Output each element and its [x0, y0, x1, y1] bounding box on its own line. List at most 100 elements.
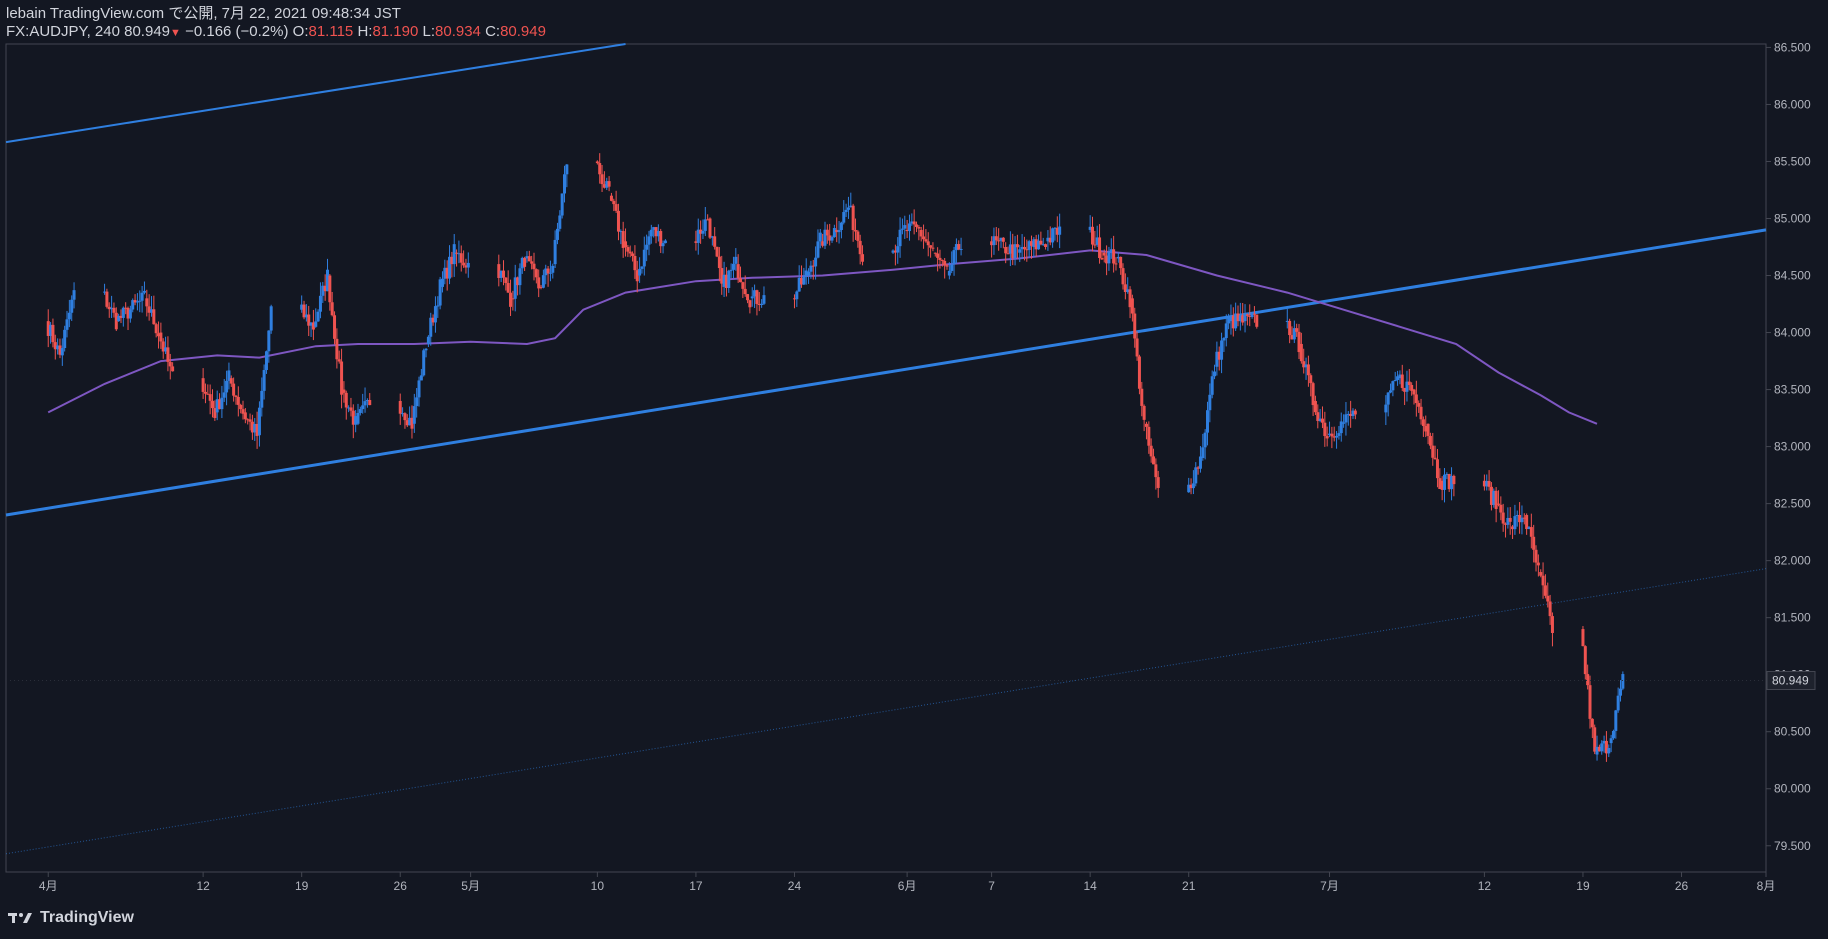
candle-body: [1137, 356, 1141, 389]
candle-body: [415, 397, 419, 407]
candle-body: [1220, 340, 1224, 360]
price-tick-label: 79.500: [1774, 839, 1811, 853]
candle-body: [919, 229, 923, 237]
candle-body: [1313, 400, 1317, 413]
time-tick-label: 7: [988, 879, 995, 893]
candle-body: [807, 271, 811, 276]
candle-body: [335, 338, 339, 360]
candle-body: [433, 306, 437, 323]
candle-body: [1295, 328, 1299, 332]
candle-body: [1213, 371, 1217, 377]
candle-body: [743, 288, 747, 295]
candle-body: [1414, 394, 1418, 404]
candle-body: [239, 404, 243, 410]
candle-body: [105, 291, 109, 307]
candle-body: [1245, 314, 1249, 316]
candle-body: [1600, 743, 1604, 752]
candle-body: [717, 256, 721, 269]
candle-body: [624, 241, 628, 248]
candle-body: [1058, 226, 1062, 235]
candle-body: [1015, 244, 1019, 248]
candle-body: [715, 246, 719, 257]
candle-body: [661, 243, 665, 247]
candle-body: [1325, 436, 1329, 439]
candle-body: [1443, 474, 1447, 490]
candle-body: [929, 245, 933, 248]
candle-body: [1536, 562, 1540, 566]
candle-body: [504, 277, 508, 284]
price-tick-label: 84.500: [1774, 269, 1811, 283]
candle-body: [938, 257, 942, 260]
candle-body: [1621, 674, 1625, 689]
candle-body: [565, 164, 569, 175]
candle-body: [203, 391, 207, 394]
candle-body: [419, 375, 423, 381]
candle-body: [1044, 244, 1048, 248]
candle-body: [344, 392, 348, 408]
candle-body: [1607, 748, 1611, 754]
candle-body: [159, 332, 163, 342]
candle-body: [701, 230, 705, 234]
candle-body: [1609, 738, 1613, 744]
candle-body: [950, 264, 954, 271]
candle-body: [1407, 381, 1411, 385]
time-tick-label: 17: [689, 879, 703, 893]
candle-body: [924, 239, 928, 242]
candle-body: [1107, 252, 1111, 264]
candle-body: [1330, 433, 1334, 437]
candle-body: [537, 277, 541, 289]
candle-body: [1496, 503, 1500, 505]
candle-body: [649, 229, 653, 237]
footer: TradingView: [8, 909, 134, 927]
candle-body: [1224, 323, 1228, 339]
time-tick-label: 14: [1083, 879, 1097, 893]
price-tick-label: 80.000: [1774, 782, 1811, 796]
candle-body: [1130, 298, 1134, 314]
candle-body: [466, 262, 470, 268]
brand-name: TradingView: [40, 909, 134, 926]
candle-body: [248, 419, 252, 422]
candle-body: [853, 230, 857, 232]
candle-body: [729, 269, 733, 271]
candle-body: [1335, 435, 1339, 438]
candle-body: [532, 263, 536, 270]
candle-body: [1393, 380, 1397, 382]
candle-body: [903, 225, 907, 229]
time-tick-label: 21: [1182, 879, 1196, 893]
candle-body: [229, 378, 233, 384]
candle-body: [1201, 447, 1205, 458]
candle-body: [936, 253, 940, 258]
candle-body: [328, 275, 332, 303]
candle-body: [51, 324, 55, 343]
candle-body: [856, 231, 860, 241]
candle-body: [795, 291, 799, 300]
candle-body: [541, 275, 545, 288]
candle-body: [1208, 394, 1212, 411]
candle-body: [1119, 256, 1123, 269]
candle-body: [851, 205, 855, 231]
candle-body: [1586, 674, 1590, 686]
candle-body: [232, 383, 236, 396]
candle-body: [314, 321, 318, 327]
candle-body: [1004, 247, 1008, 254]
time-tick-label: 7月: [1320, 879, 1339, 893]
candle-body: [748, 300, 752, 308]
price-tick-label: 82.000: [1774, 554, 1811, 568]
candle-body: [1619, 688, 1623, 696]
candle-body: [1525, 515, 1529, 530]
candle-body: [264, 351, 268, 371]
candle-body: [523, 257, 527, 267]
candle-body: [640, 266, 644, 269]
candle-body: [558, 215, 562, 229]
candle-body: [236, 396, 240, 405]
candle-body: [1091, 226, 1095, 245]
candle-body: [1548, 601, 1552, 617]
candle-body: [436, 305, 440, 307]
candle-body: [563, 174, 567, 194]
candle-body: [166, 347, 170, 362]
price-chart[interactable]: 79.50080.00080.50081.00081.50082.00082.5…: [0, 0, 1828, 939]
time-tick-label: 19: [295, 879, 309, 893]
candle-body: [140, 292, 144, 301]
candle-body: [741, 282, 745, 289]
candle-body: [1112, 249, 1116, 264]
